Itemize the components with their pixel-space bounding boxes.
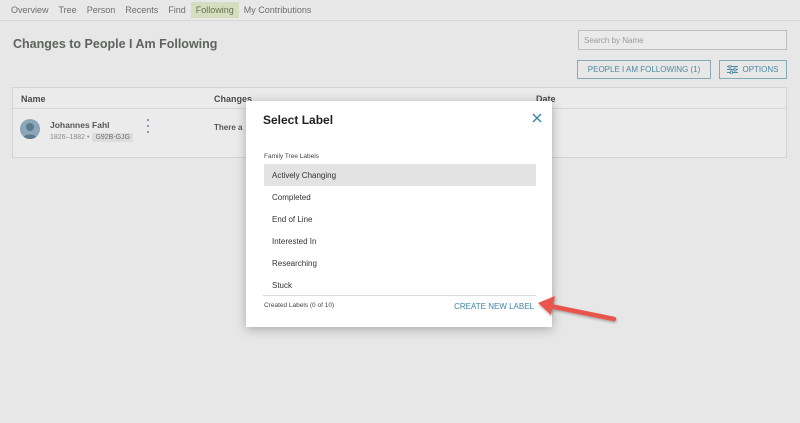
person-name[interactable]: Johannes Fahl <box>50 120 110 130</box>
label-option-interested-in[interactable]: Interested In <box>264 230 536 252</box>
nav-tab-find[interactable]: Find <box>163 2 191 18</box>
label-option-actively-changing[interactable]: Actively Changing <box>264 164 536 186</box>
label-option-completed[interactable]: Completed <box>264 186 536 208</box>
nav-tab-my-contributions[interactable]: My Contributions <box>239 2 317 18</box>
person-silhouette-icon <box>23 123 37 139</box>
avatar[interactable] <box>20 119 40 139</box>
label-option-end-of-line[interactable]: End of Line <box>264 208 536 230</box>
options-button[interactable]: OPTIONS <box>719 60 787 79</box>
people-following-button[interactable]: PEOPLE I AM FOLLOWING (1) <box>577 60 711 79</box>
column-header-name: Name <box>21 94 46 104</box>
annotation-arrow-icon <box>538 296 617 322</box>
nav-tab-tree[interactable]: Tree <box>54 2 82 18</box>
dialog-footer: Created Labels (0 of 10) CREATE NEW LABE… <box>263 295 536 321</box>
person-id-badge[interactable]: G92B-GJG <box>92 133 134 142</box>
label-list: Actively Changing Completed End of Line … <box>264 164 536 296</box>
nav-tab-recents[interactable]: Recents <box>120 2 163 18</box>
sliders-icon <box>727 65 739 74</box>
search-input[interactable] <box>578 30 787 50</box>
nav-tab-overview[interactable]: Overview <box>6 2 54 18</box>
more-options-icon[interactable] <box>144 119 152 133</box>
select-label-dialog: Select Label Family Tree Labels Actively… <box>246 101 552 327</box>
nav-tab-following[interactable]: Following <box>190 2 239 18</box>
label-option-researching[interactable]: Researching <box>264 252 536 274</box>
options-label: OPTIONS <box>742 65 779 74</box>
nav-tab-person[interactable]: Person <box>82 2 121 18</box>
person-lifespan: 1826–1882 • <box>50 134 90 141</box>
label-option-stuck[interactable]: Stuck <box>264 274 536 296</box>
people-following-label: PEOPLE I AM FOLLOWING (1) <box>587 65 701 74</box>
create-new-label-link[interactable]: CREATE NEW LABEL <box>454 302 534 311</box>
dialog-title: Select Label <box>263 113 334 127</box>
page-title: Changes to People I Am Following <box>13 37 218 51</box>
person-meta: 1826–1882 • G92B-GJG <box>50 133 134 142</box>
change-description: There a <box>214 123 243 132</box>
top-nav: Overview Tree Person Recents Find Follow… <box>0 0 800 21</box>
created-labels-count: Created Labels (0 of 10) <box>264 302 335 309</box>
section-label: Family Tree Labels <box>264 153 319 160</box>
close-icon[interactable] <box>531 112 543 124</box>
